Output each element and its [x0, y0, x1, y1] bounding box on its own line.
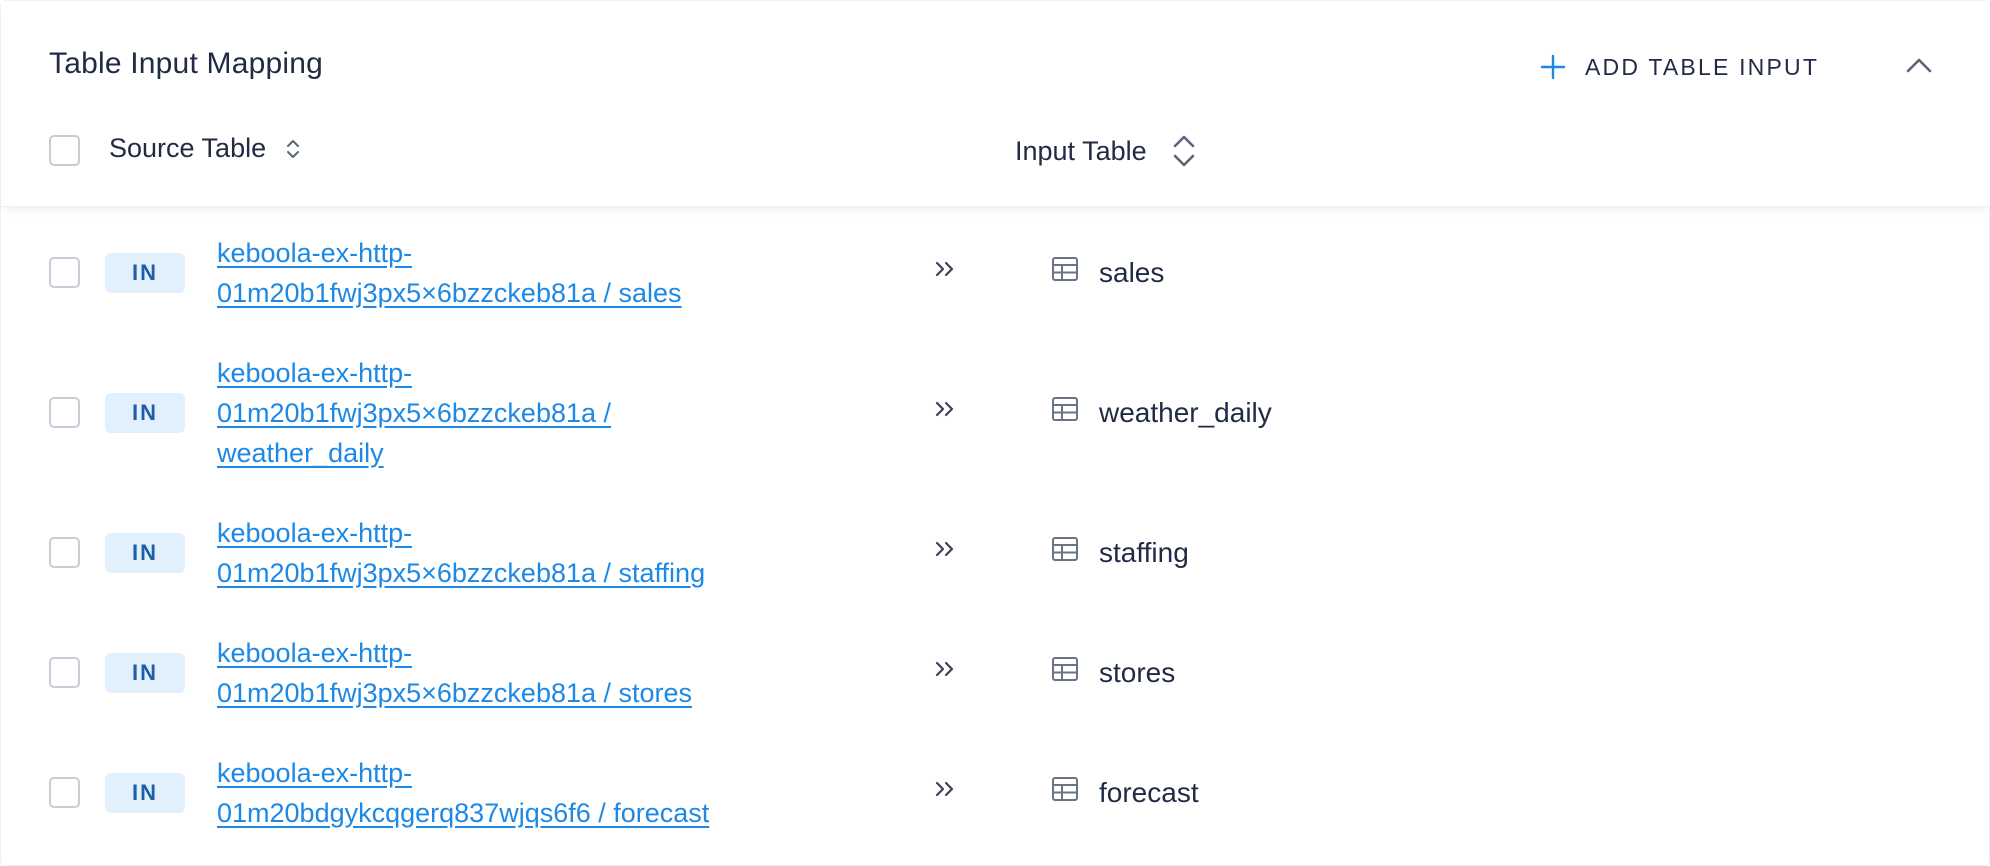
input-table-name: staffing [1099, 537, 1189, 568]
column-header-source-label: Source Table [109, 133, 267, 163]
source-link-line: keboola-ex-http- [217, 518, 413, 548]
source-link-line: 01m20b1fwj3px5×6bzzckeb81a / staffing [217, 558, 706, 588]
source-table-link[interactable]: keboola-ex-http- 01m20bdgykcqgerq837wjqs… [217, 753, 709, 833]
collapse-button[interactable] [1901, 51, 1937, 83]
sort-icon [284, 136, 302, 162]
row-checkbox[interactable] [49, 257, 80, 288]
source-link-line: weather_daily [217, 438, 384, 468]
in-badge: IN [105, 253, 185, 293]
input-table-name: weather_daily [1099, 397, 1272, 428]
column-header-input-label: Input Table [1015, 135, 1147, 166]
row-checkbox[interactable] [49, 397, 80, 428]
chevron-up-icon [1905, 56, 1933, 79]
source-link-line: keboola-ex-http- [217, 758, 413, 788]
double-chevron-right-icon [931, 395, 959, 423]
row-checkbox[interactable] [49, 777, 80, 808]
row-checkbox[interactable] [49, 537, 80, 568]
table-grid-icon [1052, 537, 1078, 561]
input-table-name: stores [1099, 657, 1176, 688]
source-link-line: 01m20b1fwj3px5×6bzzckeb81a / sales [217, 278, 682, 308]
double-chevron-right-icon [931, 255, 959, 283]
double-chevron-right-icon [931, 775, 959, 803]
table-grid-icon [1052, 777, 1078, 801]
in-badge: IN [105, 393, 185, 433]
panel-title: Table Input Mapping [49, 47, 323, 80]
in-badge: IN [105, 653, 185, 693]
input-table-name: forecast [1099, 777, 1199, 808]
source-table-link[interactable]: keboola-ex-http- 01m20b1fwj3px5×6bzzckeb… [217, 353, 611, 473]
table-input-mapping-panel: Table Input Mapping ADD TABLE INPUT Sour… [0, 0, 1990, 866]
source-table-link[interactable]: keboola-ex-http- 01m20b1fwj3px5×6bzzckeb… [217, 513, 705, 593]
double-chevron-right-icon [931, 535, 959, 563]
in-badge: IN [105, 773, 185, 813]
sort-icon [1171, 133, 1197, 169]
select-all-checkbox[interactable] [49, 135, 80, 166]
column-header-source-table[interactable]: Source Table [109, 133, 302, 164]
column-header-input-table[interactable]: Input Table [1015, 133, 1197, 169]
double-chevron-right-icon [931, 655, 959, 683]
row-checkbox[interactable] [49, 657, 80, 688]
input-table-name: sales [1099, 257, 1165, 288]
plus-icon [1539, 53, 1567, 81]
source-table-link[interactable]: keboola-ex-http- 01m20b1fwj3px5×6bzzckeb… [217, 633, 692, 713]
source-table-link[interactable]: keboola-ex-http- 01m20b1fwj3px5×6bzzckeb… [217, 233, 682, 313]
in-badge: IN [105, 533, 185, 573]
table-grid-icon [1052, 257, 1078, 281]
table-grid-icon [1052, 397, 1078, 421]
panel-header: Table Input Mapping ADD TABLE INPUT Sour… [1, 1, 1990, 207]
source-link-line: keboola-ex-http- [217, 638, 413, 668]
add-table-input-button[interactable]: ADD TABLE INPUT [1539, 47, 1819, 87]
table-grid-icon [1052, 657, 1078, 681]
source-link-line: keboola-ex-http- [217, 238, 413, 268]
source-link-line: 01m20bdgykcqgerq837wjqs6f6 / forecast [217, 798, 710, 828]
source-link-line: 01m20b1fwj3px5×6bzzckeb81a / [217, 398, 612, 428]
source-link-line: 01m20b1fwj3px5×6bzzckeb81a / stores [217, 678, 693, 708]
source-link-line: keboola-ex-http- [217, 358, 413, 388]
add-table-input-label: ADD TABLE INPUT [1585, 53, 1820, 80]
